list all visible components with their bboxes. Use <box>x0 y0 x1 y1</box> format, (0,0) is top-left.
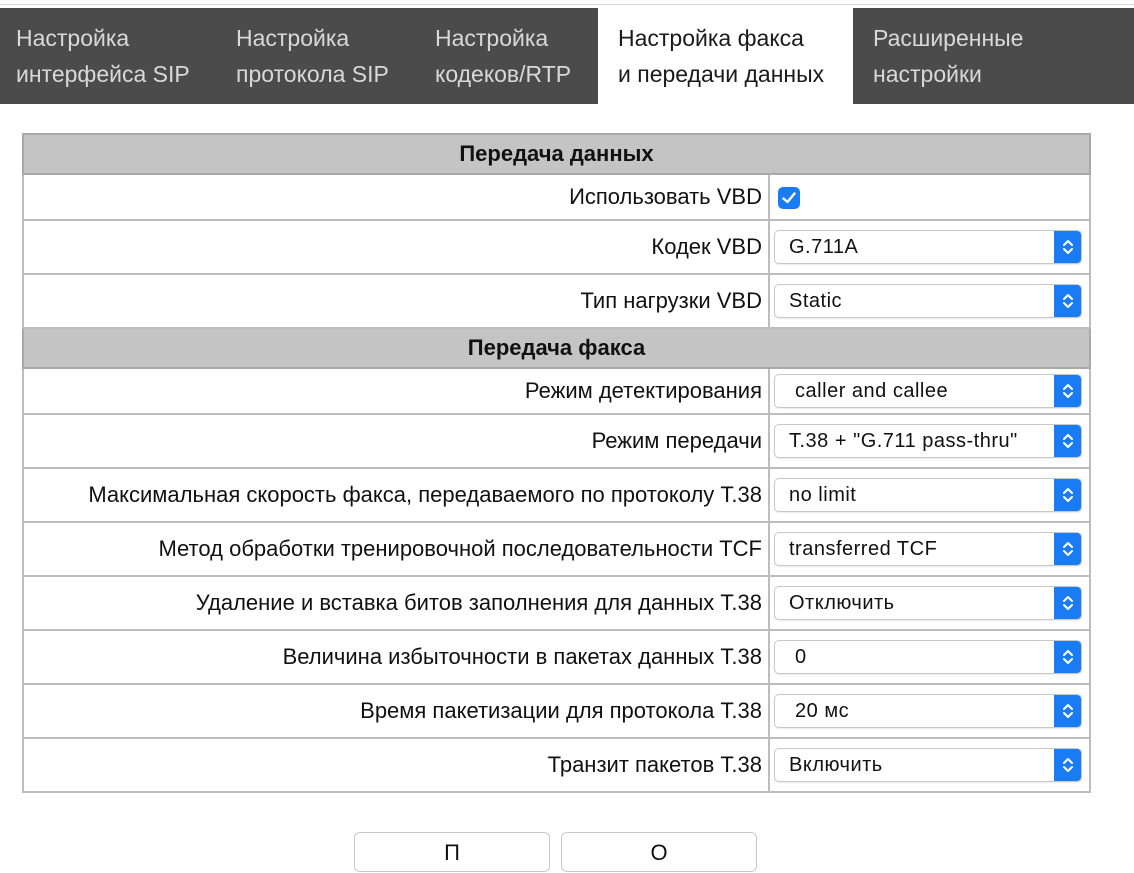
transit-label: Транзит пакетов Т.38 <box>22 737 770 793</box>
tcf-method-select[interactable]: transferred TCF <box>774 532 1082 566</box>
top-border <box>0 0 1134 5</box>
select-value: T.38 + "G.711 pass-thru" <box>789 430 1018 452</box>
tab-sip-protocol[interactable]: Настройка протокола SIP <box>220 8 419 104</box>
updown-arrows-icon <box>1054 533 1081 565</box>
checkmark-icon <box>782 192 796 204</box>
select-value: Отключить <box>789 592 895 614</box>
redundancy-select[interactable]: 0 <box>774 640 1082 674</box>
settings-row: Транзит пакетов Т.38 Включить <box>22 737 1091 793</box>
detect-mode-select[interactable]: caller and callee <box>774 374 1082 408</box>
fill-bits-label: Удаление и вставка битов заполнения для … <box>22 575 770 631</box>
select-value: 20 мс <box>789 700 850 722</box>
select-value: caller and callee <box>789 380 949 402</box>
tab-line2: кодеков/RTP <box>435 61 572 87</box>
settings-row: Удаление и вставка битов заполнения для … <box>22 575 1091 631</box>
select-value: no limit <box>789 484 857 506</box>
settings-row: Время пакетизации для протокола Т.38 20 … <box>22 683 1091 739</box>
use-vbd-checkbox[interactable] <box>778 187 800 210</box>
tab-advanced[interactable]: Расширенные настройки <box>853 8 1134 104</box>
max-fax-speed-select[interactable]: no limit <box>774 478 1082 512</box>
tab-line1: Настройка факса <box>618 25 804 51</box>
settings-row: Величина избыточности в пакетах данных Т… <box>22 629 1091 685</box>
vbd-payload-label: Тип нагрузки VBD <box>22 273 770 329</box>
section-header-fax: Передача факса <box>22 327 1091 369</box>
updown-arrows-icon <box>1054 375 1081 407</box>
select-value: 0 <box>789 646 807 668</box>
settings-row: Кодек VBD G.711A <box>22 219 1091 275</box>
vbd-codec-label: Кодек VBD <box>22 219 770 275</box>
updown-arrows-icon <box>1054 749 1081 781</box>
settings-row: Использовать VBD <box>22 173 1091 221</box>
select-value: Static <box>789 290 843 312</box>
settings-row: Режим передачи T.38 + "G.711 pass-thru" <box>22 413 1091 469</box>
tab-line1: Настройка <box>236 25 350 51</box>
updown-arrows-icon <box>1054 285 1081 317</box>
apply-button[interactable]: П <box>354 832 550 872</box>
updown-arrows-icon <box>1054 695 1081 727</box>
tab-line2: настройки <box>873 61 982 87</box>
transit-select[interactable]: Включить <box>774 748 1082 782</box>
vbd-codec-select[interactable]: G.711A <box>774 230 1082 264</box>
tcf-method-label: Метод обработки тренировочной последоват… <box>22 521 770 577</box>
tab-sip-interface[interactable]: Настройка интерфейса SIP <box>0 8 220 104</box>
tab-line1: Настройка <box>435 25 549 51</box>
settings-row: Метод обработки тренировочной последоват… <box>22 521 1091 577</box>
section-title: Передача данных <box>22 133 1091 175</box>
tab-line1: Настройка <box>16 25 130 51</box>
settings-row: Режим детектирования caller and callee <box>22 367 1091 415</box>
tab-line2: интерфейса SIP <box>16 61 190 87</box>
updown-arrows-icon <box>1054 231 1081 263</box>
tab-line2: протокола SIP <box>236 61 389 87</box>
tab-bar: Настройка интерфейса SIP Настройка прото… <box>0 8 1134 104</box>
updown-arrows-icon <box>1054 479 1081 511</box>
select-value: Включить <box>789 754 883 776</box>
transfer-mode-label: Режим передачи <box>22 413 770 469</box>
packetization-label: Время пакетизации для протокола Т.38 <box>22 683 770 739</box>
settings-row: Максимальная скорость факса, передаваемо… <box>22 467 1091 523</box>
updown-arrows-icon <box>1054 641 1081 673</box>
updown-arrows-icon <box>1054 425 1081 457</box>
tab-codecs-rtp[interactable]: Настройка кодеков/RTP <box>419 8 598 104</box>
tab-fax-data[interactable]: Настройка факса и передачи данных <box>598 8 853 104</box>
transfer-mode-select[interactable]: T.38 + "G.711 pass-thru" <box>774 424 1082 458</box>
settings-table: Передача данных Использовать VBD Кодек V… <box>22 133 1091 793</box>
tab-line2: и передачи данных <box>618 61 825 87</box>
max-fax-speed-label: Максимальная скорость факса, передаваемо… <box>22 467 770 523</box>
settings-row: Тип нагрузки VBD Static <box>22 273 1091 329</box>
cancel-button[interactable]: О <box>561 832 757 872</box>
packetization-select[interactable]: 20 мс <box>774 694 1082 728</box>
detect-mode-label: Режим детектирования <box>22 367 770 415</box>
use-vbd-label: Использовать VBD <box>22 173 770 221</box>
redundancy-label: Величина избыточности в пакетах данных Т… <box>22 629 770 685</box>
select-value: transferred TCF <box>789 538 938 560</box>
updown-arrows-icon <box>1054 587 1081 619</box>
tab-line1: Расширенные <box>873 25 1024 51</box>
fill-bits-select[interactable]: Отключить <box>774 586 1082 620</box>
vbd-payload-select[interactable]: Static <box>774 284 1082 318</box>
select-value: G.711A <box>789 236 859 258</box>
section-title: Передача факса <box>22 327 1091 369</box>
section-header-data: Передача данных <box>22 133 1091 175</box>
